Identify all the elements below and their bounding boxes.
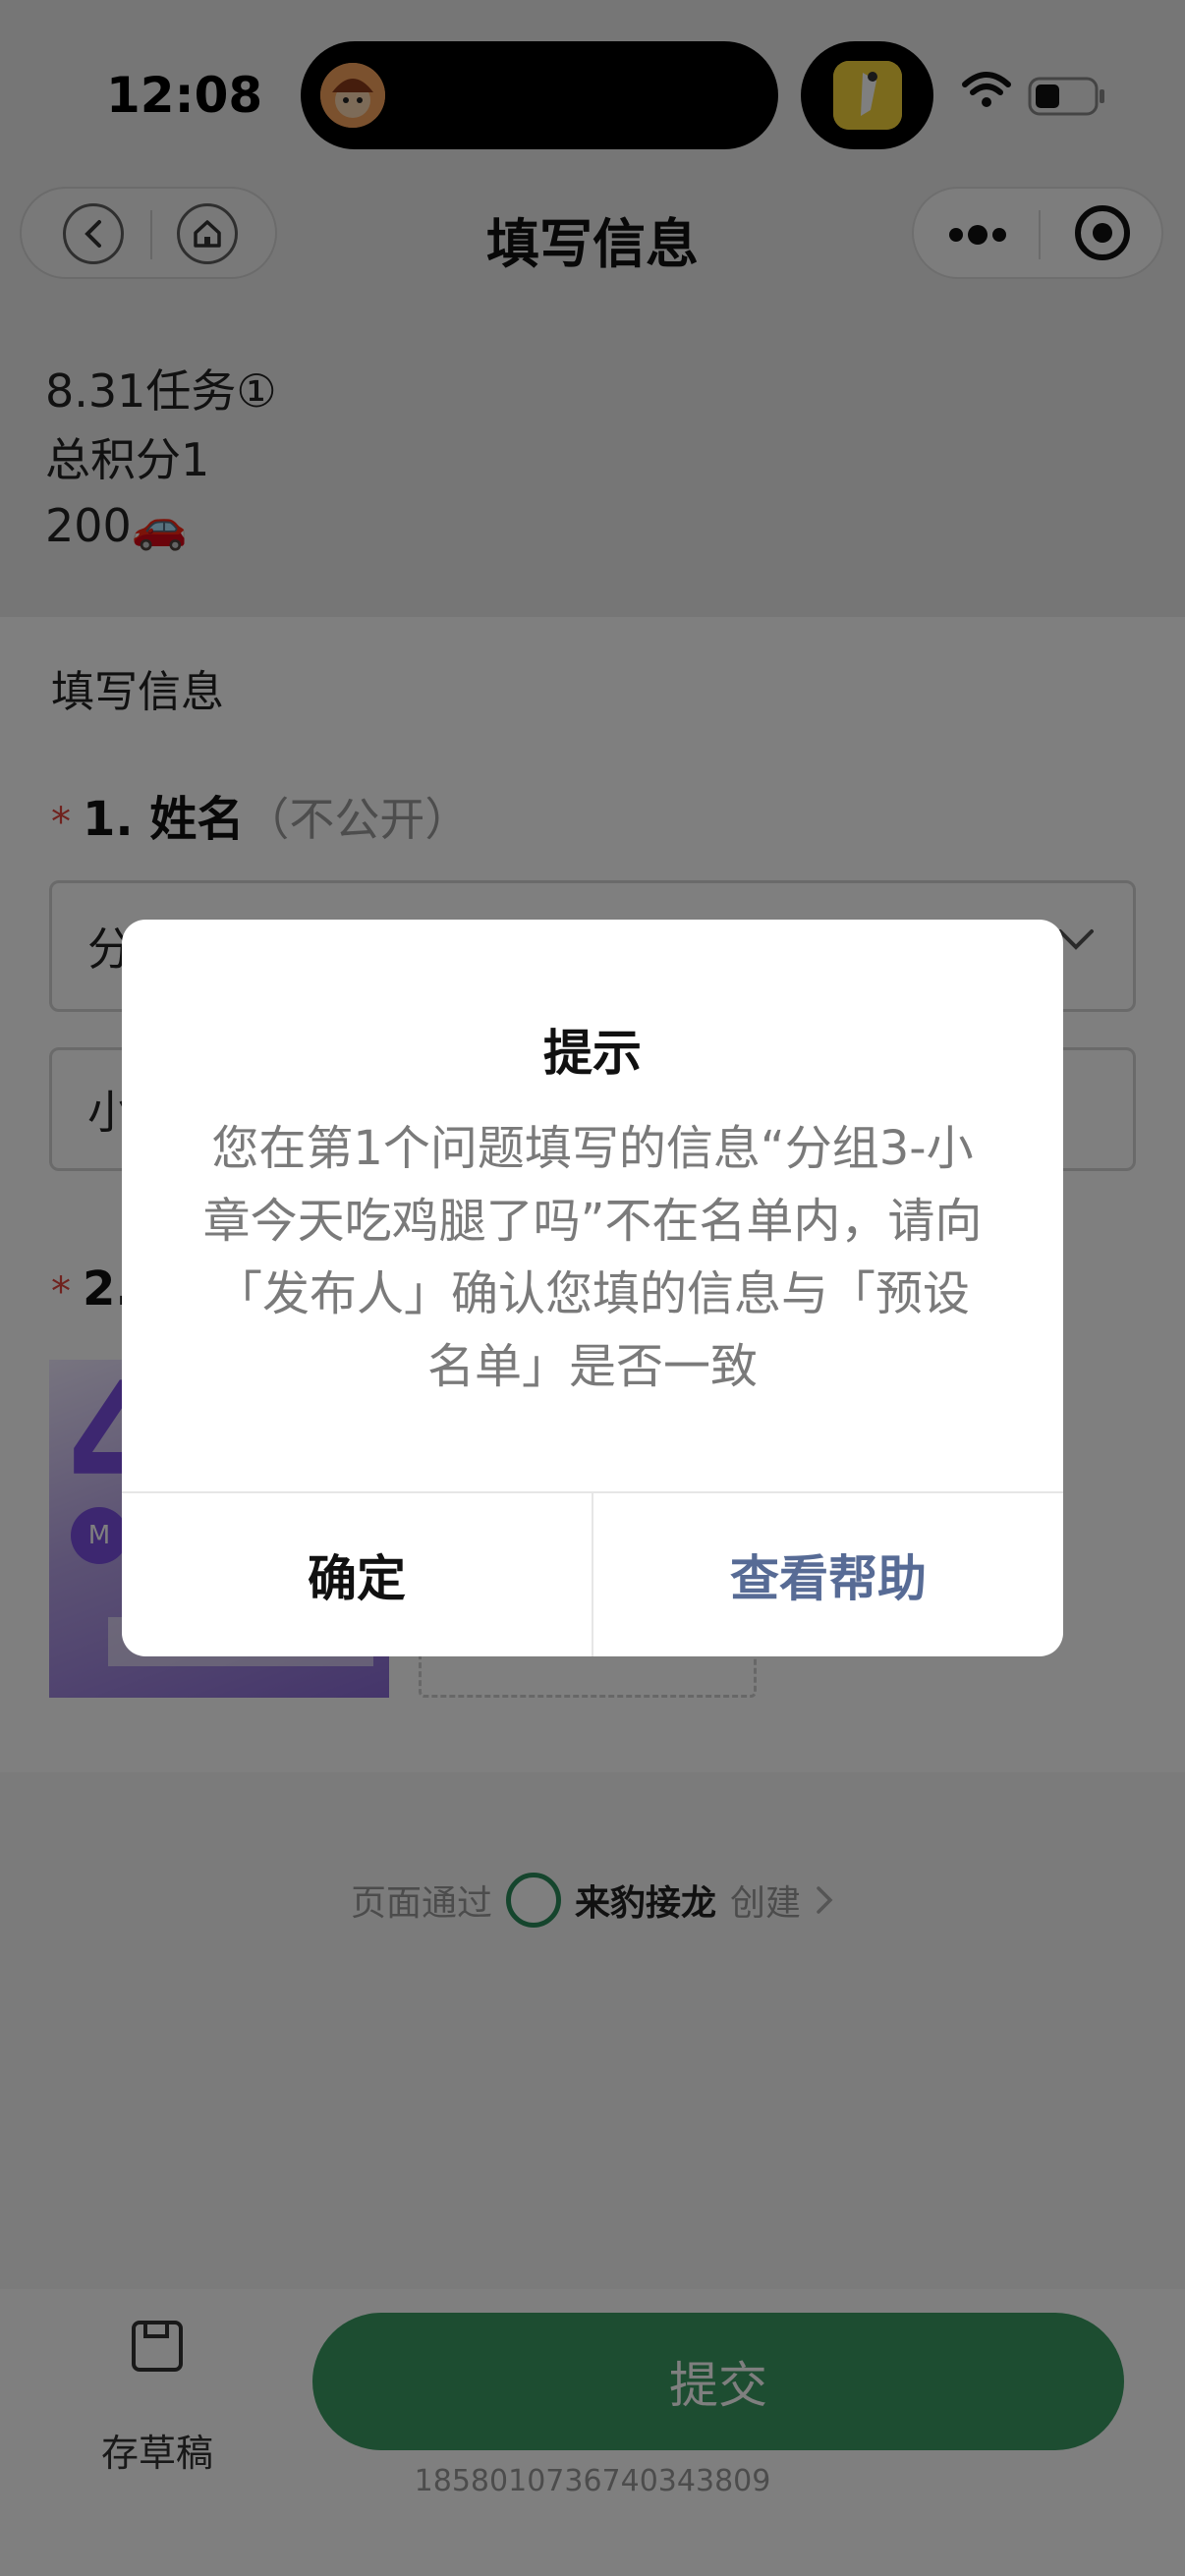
- view-help-button[interactable]: 查看帮助: [593, 1493, 1063, 1656]
- dialog-message: 您在第1个问题填写的信息“分组3-小章今天吃鸡腿了吗”不在名单内，请向「发布人」…: [202, 1121, 983, 1394]
- confirm-button[interactable]: 确定: [122, 1493, 592, 1656]
- alert-dialog: 提示 您在第1个问题填写的信息“分组3-小章今天吃鸡腿了吗”不在名单内，请向「发…: [122, 920, 1063, 1656]
- page: 12:08: [0, 0, 1185, 2576]
- dialog-title: 提示: [543, 1025, 642, 1082]
